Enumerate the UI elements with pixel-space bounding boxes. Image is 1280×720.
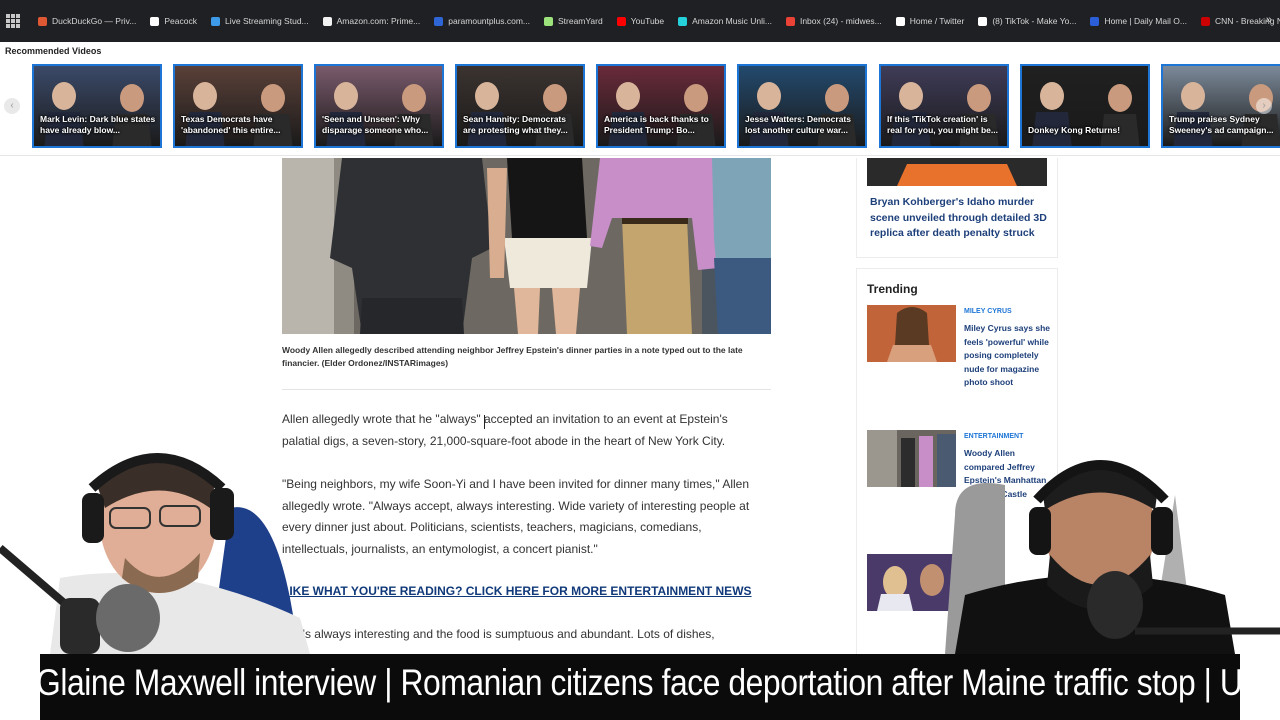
article-paragraph-2: "Being neighbors, my wife Soon-Yi and I …	[282, 477, 750, 556]
youtube-icon	[616, 16, 626, 26]
news-ticker: Glaine Maxwell interview | Romanian citi…	[40, 654, 1240, 720]
video-caption: If this 'TikTok creation' is real for yo…	[887, 114, 998, 135]
bookmark-item[interactable]: YouTube	[616, 16, 665, 26]
streaming-studio-icon	[211, 16, 220, 26]
bookmark-item[interactable]: Home | Daily Mail O...	[1090, 16, 1187, 26]
caption-divider	[282, 389, 771, 390]
sidebar-top-headline[interactable]: Bryan Kohberger's Idaho murder scene unv…	[870, 195, 1050, 242]
webcam-left	[0, 448, 320, 654]
carousel-prev-icon[interactable]: ‹	[4, 98, 20, 114]
video-thumbnail[interactable]: 'Seen and Unseen': Why disparage someone…	[314, 64, 444, 148]
bookmark-item[interactable]: Amazon.com: Prime...	[322, 16, 421, 26]
amazon-icon	[322, 16, 332, 26]
more-bookmarks-icon[interactable]: »	[1266, 14, 1272, 26]
trending-title: Trending	[867, 282, 918, 296]
bookmark-item[interactable]: (8) TikTok - Make Yo...	[978, 16, 1076, 26]
bookmark-label: DuckDuckGo — Priv...	[52, 16, 137, 26]
video-thumbnail[interactable]: Sean Hannity: Democrats are protesting w…	[455, 64, 585, 148]
photo-caption: Woody Allen allegedly described attendin…	[282, 345, 743, 368]
webcam-right	[925, 455, 1280, 654]
amazon-music-icon	[678, 16, 688, 26]
bookmark-label: Amazon.com: Prime...	[336, 16, 421, 26]
duckduckgo-icon	[38, 16, 47, 26]
article-paragraph-3: w, it's always interesting and the food …	[282, 627, 715, 641]
bookmark-label: (8) TikTok - Make Yo...	[992, 16, 1077, 26]
bookmark-item[interactable]: Inbox (24) - midwes...	[785, 16, 882, 26]
bookmark-item[interactable]: paramountplus.com...	[434, 16, 530, 26]
cnn-icon	[1200, 16, 1210, 26]
recommended-title: Recommended Videos	[5, 46, 102, 56]
bookmark-item[interactable]: Amazon Music Unli...	[678, 16, 772, 26]
video-caption: Donkey Kong Returns!	[1028, 125, 1121, 135]
kohberger-thumbnail[interactable]	[867, 158, 1047, 186]
recommended-videos: Recommended Videos ‹ Mark Levin: Dark bl…	[0, 42, 1280, 156]
bookmark-label: Live Streaming Stud...	[225, 16, 309, 26]
bookmark-label: Inbox (24) - midwes...	[799, 16, 882, 26]
video-caption: Jesse Watters: Democrats lost another cu…	[745, 114, 851, 135]
video-caption: Texas Democrats have 'abandoned' this en…	[181, 114, 281, 135]
ticker-text: Glaine Maxwell interview | Romanian citi…	[40, 662, 1240, 703]
gmail-icon	[785, 16, 795, 26]
bookmark-label: Peacock	[164, 16, 197, 26]
tiktok-icon	[978, 16, 988, 26]
article-photo	[282, 158, 771, 334]
dailymail-icon	[1090, 16, 1100, 26]
video-caption: Trump praises Sydney Sweeney's ad campai…	[1169, 114, 1274, 135]
streamyard-icon	[543, 16, 553, 26]
more-entertainment-news-link[interactable]: LIKE WHAT YOU'RE READING? CLICK HERE FOR…	[282, 584, 752, 598]
video-thumbnail[interactable]: Texas Democrats have 'abandoned' this en…	[173, 64, 303, 148]
trending-category-1[interactable]: MILEY CYRUS	[964, 308, 1012, 315]
video-thumbnail[interactable]: Donkey Kong Returns!	[1020, 64, 1150, 148]
video-thumbnail[interactable]: Jesse Watters: Democrats lost another cu…	[737, 64, 867, 148]
bookmark-item[interactable]: DuckDuckGo — Priv...	[38, 16, 136, 26]
video-caption: 'Seen and Unseen': Why disparage someone…	[322, 114, 429, 135]
bookmark-label: Home / Twitter	[909, 16, 965, 26]
article-paragraph-1: Allen allegedly wrote that he "always" a…	[282, 412, 728, 448]
x-icon	[895, 16, 905, 26]
video-caption: Mark Levin: Dark blue states have alread…	[40, 114, 156, 135]
bookmark-item[interactable]: Peacock	[150, 16, 197, 26]
carousel-next-icon[interactable]: ›	[1256, 98, 1272, 114]
bookmark-label: Home | Daily Mail O...	[1104, 16, 1187, 26]
bookmark-label: StreamYard	[557, 16, 603, 26]
video-thumbnail[interactable]: America is back thanks to President Trum…	[596, 64, 726, 148]
text-cursor	[484, 415, 485, 429]
trending-category-2[interactable]: ENTERTAINMENT	[964, 433, 1023, 440]
paramount-icon	[434, 16, 444, 26]
video-thumbnail[interactable]: If this 'TikTok creation' is real for yo…	[879, 64, 1009, 148]
trending-thumbnail-miley[interactable]	[867, 305, 956, 362]
bookmark-item[interactable]: StreamYard	[543, 16, 603, 26]
trending-headline-1[interactable]: Miley Cyrus says she feels 'powerful' wh…	[964, 322, 1052, 390]
video-caption: America is back thanks to President Trum…	[604, 114, 709, 135]
bookmark-item[interactable]: Home / Twitter	[895, 16, 965, 26]
video-caption: Sean Hannity: Democrats are protesting w…	[463, 114, 568, 135]
bookmarks-bar: DuckDuckGo — Priv... Peacock Live Streamin…	[0, 0, 1280, 42]
video-thumbnail[interactable]: Mark Levin: Dark blue states have alread…	[32, 64, 162, 148]
bookmark-label: Amazon Music Unli...	[692, 16, 772, 26]
bookmark-label: paramountplus.com...	[448, 16, 530, 26]
bookmark-label: YouTube	[630, 16, 665, 26]
apps-grid-icon[interactable]	[6, 14, 20, 28]
bookmark-item[interactable]: Live Streaming Stud...	[211, 16, 309, 26]
peacock-icon	[150, 16, 160, 26]
